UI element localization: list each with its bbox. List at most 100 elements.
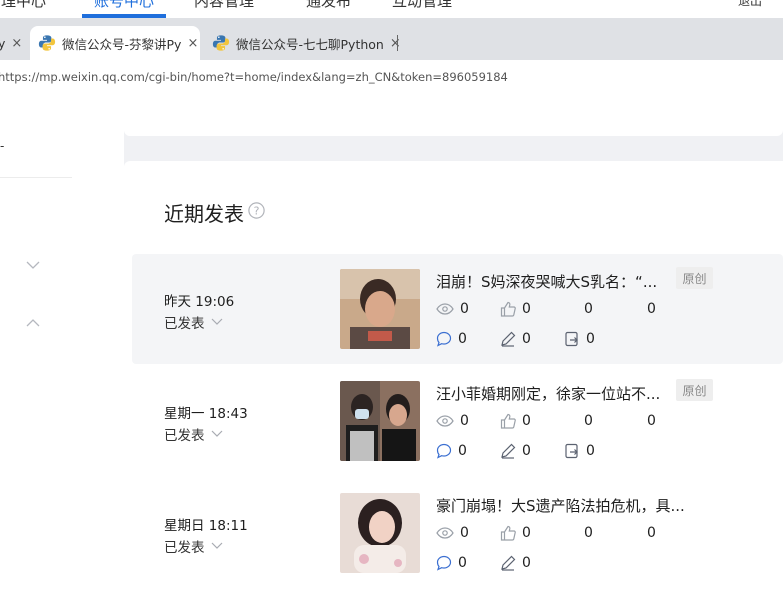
comments-count: 0 bbox=[458, 443, 467, 459]
status-label: 已发表 bbox=[164, 540, 205, 556]
nav-item-account[interactable]: 账号中心 bbox=[94, 0, 154, 11]
browser-tab-strip: y × 微信公众号-芬黎讲Py × 微信公众号-七七聊Python × bbox=[0, 18, 783, 60]
tab-separator bbox=[397, 35, 398, 51]
tab-active[interactable]: 微信公众号-芬黎讲Py × bbox=[30, 26, 200, 60]
comment-icon bbox=[436, 555, 452, 571]
section-title: 近期发表 bbox=[164, 202, 244, 226]
svg-text:?: ? bbox=[254, 204, 260, 217]
original-badge: 原创 bbox=[676, 267, 713, 289]
notes-stat: 0 bbox=[500, 555, 531, 571]
nav-item-publish[interactable]: 通发布 bbox=[306, 0, 351, 11]
forwards-count: 0 bbox=[586, 443, 595, 459]
recent-posts-card: 近期发表 ? 昨天 19:06 已发表 泪崩！S妈深夜哭喊大S乳名：“... 原… bbox=[124, 161, 783, 589]
nav-item-logout[interactable]: 退出 bbox=[738, 0, 762, 9]
thumbs-up-icon bbox=[500, 525, 516, 541]
post-row[interactable]: 星期一 18:43 已发表 汪小菲婚期刚定，徐家一位站不... 原创 0 0 0… bbox=[132, 366, 783, 476]
chevron-down-icon bbox=[211, 430, 222, 437]
post-status[interactable]: 已发表 bbox=[164, 536, 223, 556]
views-stat: 0 bbox=[436, 413, 469, 429]
thumbs-up-icon bbox=[500, 413, 516, 429]
comments-stat: 0 bbox=[436, 331, 467, 347]
nav-item-interaction[interactable]: 互动管理 bbox=[392, 0, 452, 11]
post-title[interactable]: 泪崩！S妈深夜哭喊大S乳名：“... bbox=[436, 271, 657, 292]
eye-icon bbox=[436, 303, 454, 315]
pen-icon bbox=[501, 443, 516, 459]
pen-icon bbox=[501, 555, 516, 571]
address-bar[interactable]: https://mp.weixin.qq.com/cgi-bin/home?t=… bbox=[0, 60, 783, 94]
shares-count: 0 bbox=[584, 525, 593, 541]
post-title[interactable]: 豪门崩塌！大S遗产陷法拍危机，具... bbox=[436, 495, 685, 516]
notes-count: 0 bbox=[522, 443, 531, 459]
favorites-stat: 0 bbox=[647, 525, 656, 541]
chevron-down-icon bbox=[211, 318, 222, 325]
post-status[interactable]: 已发表 bbox=[164, 424, 223, 444]
tab-label: 微信公众号-七七聊Python bbox=[236, 36, 384, 52]
overview-card bbox=[124, 94, 783, 136]
post-row[interactable]: 星期日 18:11 已发表 豪门崩塌！大S遗产陷法拍危机，具... 0 0 0 … bbox=[132, 478, 783, 588]
original-badge: 原创 bbox=[676, 379, 713, 401]
post-status[interactable]: 已发表 bbox=[164, 312, 223, 332]
notes-stat: 0 bbox=[500, 443, 531, 459]
post-time: 星期一 18:43 bbox=[164, 406, 248, 422]
nav-item-content[interactable]: 内容管理 bbox=[194, 0, 254, 11]
top-nav: 管理中心 账号中心 内容管理 通发布 互动管理 退出 bbox=[0, 0, 783, 18]
status-label: 已发表 bbox=[164, 428, 205, 444]
url-text[interactable]: https://mp.weixin.qq.com/cgi-bin/home?t=… bbox=[0, 70, 508, 84]
comments-stat: 0 bbox=[436, 443, 467, 459]
tab-label: y bbox=[0, 35, 6, 51]
forwards-count: 0 bbox=[586, 331, 595, 347]
views-stat: 0 bbox=[436, 301, 469, 317]
favorites-stat: 0 bbox=[647, 301, 656, 317]
python-icon bbox=[38, 35, 56, 51]
post-row[interactable]: 昨天 19:06 已发表 泪崩！S妈深夜哭喊大S乳名：“... 原创 0 0 0… bbox=[132, 254, 783, 364]
page-content: - 近期发表 ? 昨天 19:06 已发表 泪崩！S妈深夜哭喊大S乳名：“...… bbox=[0, 94, 783, 589]
views-count: 0 bbox=[460, 413, 469, 429]
post-title[interactable]: 汪小菲婚期刚定，徐家一位站不... bbox=[436, 383, 660, 404]
forward-icon bbox=[565, 331, 578, 347]
comments-count: 0 bbox=[458, 331, 467, 347]
close-icon[interactable]: × bbox=[11, 36, 22, 51]
favorites-count: 0 bbox=[647, 525, 656, 541]
help-circle-icon[interactable]: ? bbox=[248, 202, 265, 219]
close-icon[interactable]: × bbox=[390, 36, 401, 51]
post-thumbnail[interactable] bbox=[340, 381, 420, 461]
notes-count: 0 bbox=[522, 555, 531, 571]
shares-stat: 0 bbox=[584, 525, 593, 541]
comment-icon bbox=[436, 443, 452, 459]
post-time: 昨天 19:06 bbox=[164, 294, 235, 310]
notes-stat: 0 bbox=[500, 331, 531, 347]
python-icon bbox=[212, 35, 230, 51]
tab-previous[interactable]: y × bbox=[0, 26, 22, 60]
tab-inactive[interactable]: 微信公众号-七七聊Python × bbox=[212, 26, 401, 60]
favorites-stat: 0 bbox=[647, 413, 656, 429]
views-count: 0 bbox=[460, 525, 469, 541]
forward-icon bbox=[565, 443, 578, 459]
post-thumbnail[interactable] bbox=[340, 269, 420, 349]
nav-item-manage[interactable]: 管理中心 bbox=[0, 0, 46, 11]
thumbs-up-icon bbox=[500, 301, 516, 317]
tab-label: 微信公众号-芬黎讲Py bbox=[62, 36, 182, 52]
sidebar-dash: - bbox=[0, 139, 5, 153]
close-icon[interactable]: × bbox=[187, 36, 198, 51]
forwards-stat: 0 bbox=[564, 331, 595, 347]
comments-count: 0 bbox=[458, 555, 467, 571]
chevron-down-icon[interactable] bbox=[26, 258, 40, 272]
chevron-up-icon[interactable] bbox=[26, 316, 40, 330]
chevron-down-icon bbox=[211, 542, 222, 549]
favorites-count: 0 bbox=[647, 413, 656, 429]
shares-count: 0 bbox=[584, 413, 593, 429]
status-label: 已发表 bbox=[164, 316, 205, 332]
likes-stat: 0 bbox=[500, 301, 531, 317]
sidebar: - bbox=[0, 94, 124, 589]
notes-count: 0 bbox=[522, 331, 531, 347]
post-thumbnail[interactable] bbox=[340, 493, 420, 573]
likes-stat: 0 bbox=[500, 525, 531, 541]
shares-stat: 0 bbox=[584, 413, 593, 429]
likes-stat: 0 bbox=[500, 413, 531, 429]
eye-icon bbox=[436, 415, 454, 427]
pen-icon bbox=[501, 331, 516, 347]
favorites-count: 0 bbox=[647, 301, 656, 317]
shares-stat: 0 bbox=[584, 301, 593, 317]
eye-icon bbox=[436, 527, 454, 539]
shares-count: 0 bbox=[584, 301, 593, 317]
